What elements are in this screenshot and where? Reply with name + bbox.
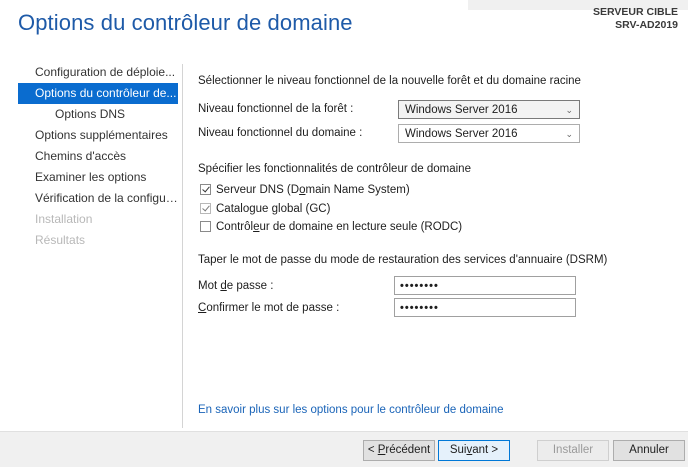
domain-level-value: Windows Server 2016 (405, 128, 518, 140)
domain-level-label: Niveau fonctionnel du domaine : (198, 127, 363, 139)
dc-capabilities-heading: Spécifier les fonctionnalités de contrôl… (198, 163, 471, 175)
chevron-down-icon: ⌄ (565, 105, 573, 115)
dns-server-label-pre: Serveur DNS (D (216, 184, 300, 196)
sidebar-item-review-options[interactable]: Examiner les options (18, 167, 178, 188)
password-label-post: e passe : (226, 280, 274, 292)
confirm-password-label: Confirmer le mot de passe : (198, 302, 339, 314)
rodc-label-post: ur de domaine en lecture seule (RODC) (259, 221, 463, 233)
dns-server-option[interactable]: Serveur DNS (Domain Name System) (200, 184, 410, 196)
global-catalog-label-post: lobal (GC) (278, 203, 331, 215)
wizard-sidebar: Configuration de déploie... Options du c… (18, 62, 178, 251)
password-label-pre: Mot (198, 280, 221, 292)
target-server-name: SRV-AD2019 (615, 19, 678, 31)
sidebar-item-deployment-configuration[interactable]: Configuration de déploie... (18, 62, 178, 83)
password-input[interactable]: •••••••• (394, 276, 576, 295)
global-catalog-label-pre: Catalogue (216, 203, 272, 215)
forest-level-select[interactable]: Windows Server 2016 ⌄ (398, 100, 580, 119)
forest-level-label: Niveau fonctionnel de la forêt : (198, 103, 354, 115)
next-label-post: ant > (472, 444, 499, 456)
sidebar-item-domain-controller-options[interactable]: Options du contrôleur de... (18, 83, 178, 104)
rodc-option[interactable]: Contrôleur de domaine en lecture seule (… (200, 221, 462, 233)
next-label-pre: Sui (449, 444, 467, 456)
sidebar-item-results: Résultats (35, 233, 86, 247)
chevron-down-icon: ⌄ (565, 129, 573, 139)
previous-label-pre: < (367, 444, 378, 456)
dsrm-heading: Taper le mot de passe du mode de restaur… (198, 254, 608, 266)
rodc-checkbox[interactable] (200, 221, 211, 232)
sidebar-divider (182, 64, 183, 428)
confirm-password-input[interactable]: •••••••• (394, 298, 576, 317)
dns-server-checkbox[interactable] (200, 184, 211, 195)
cancel-button[interactable]: Annuler (613, 440, 685, 461)
install-button: Installer (537, 440, 609, 461)
forest-level-value: Windows Server 2016 (405, 104, 518, 116)
sidebar-item-prerequisites-check[interactable]: Vérification de la configur... (18, 188, 178, 209)
dns-server-label-post: main Name System) (305, 184, 410, 196)
wizard-footer: < Précédent Suivant > Installer Annuler (0, 431, 688, 467)
confirm-password-label-post: onfirmer le mot de passe : (206, 302, 340, 314)
sidebar-item-additional-options[interactable]: Options supplémentaires (18, 125, 178, 146)
password-label: Mot de passe : (198, 280, 273, 292)
sidebar-item-dns-options[interactable]: Options DNS (18, 104, 178, 125)
learn-more-link[interactable]: En savoir plus sur les options pour le c… (198, 404, 504, 416)
previous-button[interactable]: < Précédent (363, 440, 435, 461)
target-server: SERVEUR CIBLE SRV-AD2019 (593, 6, 678, 32)
sidebar-item-paths[interactable]: Chemins d'accès (18, 146, 178, 167)
previous-label-post: récédent (385, 444, 431, 456)
global-catalog-option: Catalogue global (GC) (200, 203, 330, 215)
sidebar-item-installation: Installation (35, 212, 93, 226)
global-catalog-checkbox (200, 203, 211, 214)
page-title: Options du contrôleur de domaine (18, 10, 353, 35)
target-server-label: SERVEUR CIBLE (593, 6, 678, 18)
functional-level-heading: Sélectionner le niveau fonctionnel de la… (198, 75, 581, 87)
domain-level-select[interactable]: Windows Server 2016 ⌄ (398, 124, 580, 143)
rodc-label-pre: Contrôl (216, 221, 254, 233)
next-button[interactable]: Suivant > (438, 440, 510, 461)
